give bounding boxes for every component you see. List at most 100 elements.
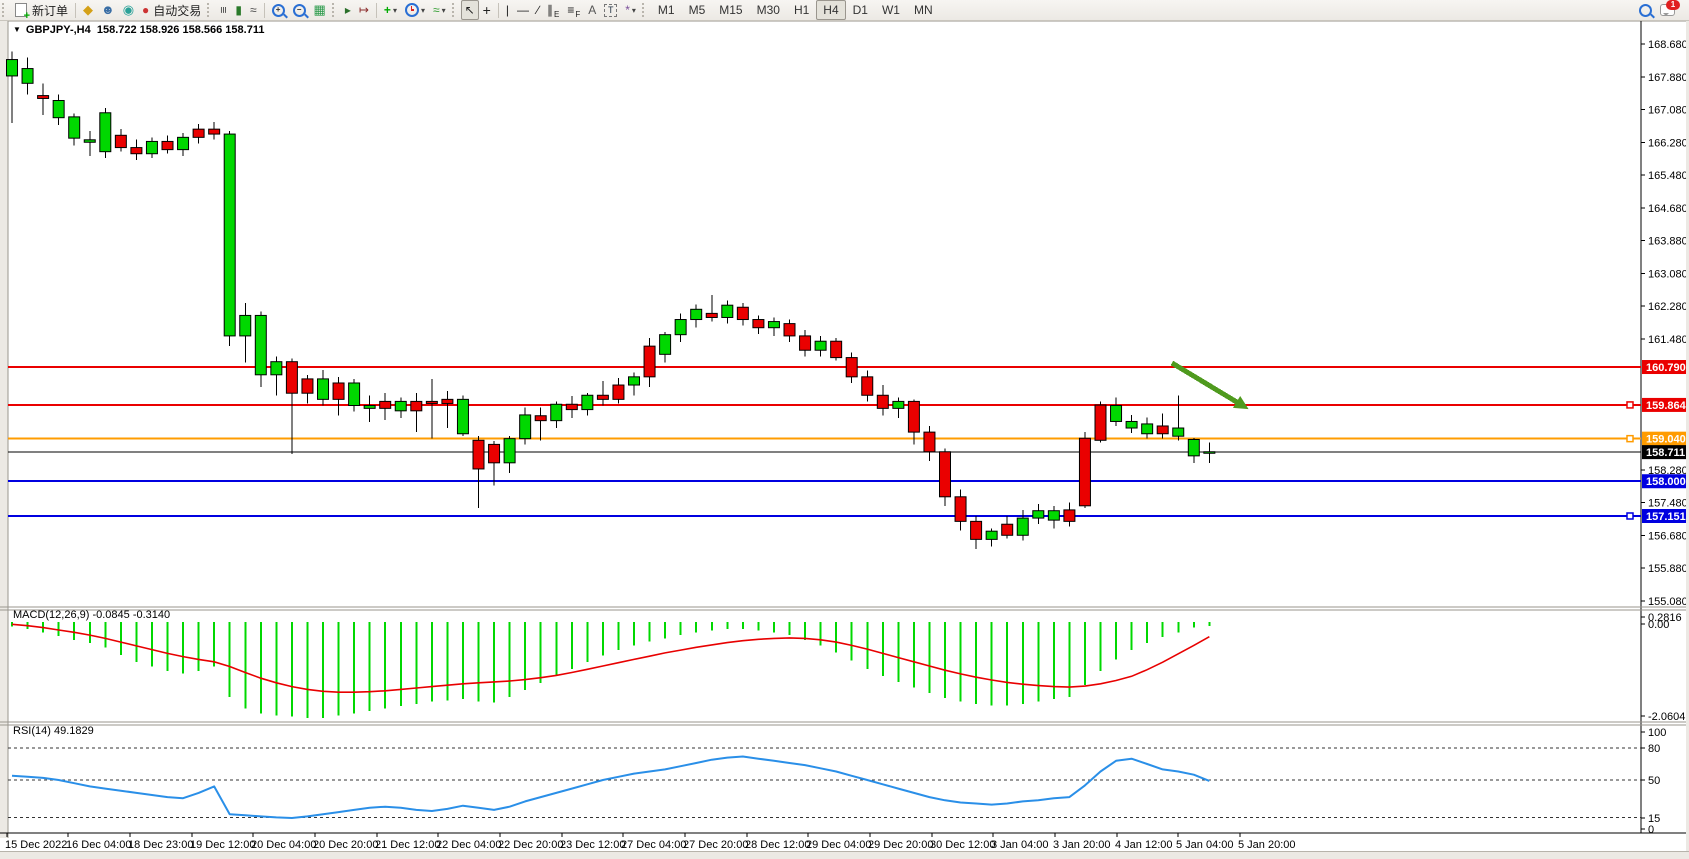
candlestick bbox=[768, 322, 779, 328]
candlestick bbox=[551, 404, 562, 420]
window-frame-left bbox=[0, 20, 8, 838]
equidistant-channel-icon: ∥ bbox=[547, 4, 553, 16]
chart-canvas[interactable]: 168.680167.880167.080166.280165.480164.6… bbox=[0, 20, 1689, 858]
line-handle[interactable] bbox=[1627, 436, 1633, 442]
candlestick bbox=[162, 141, 173, 149]
candlestick-chart-button[interactable]: ▮ bbox=[231, 0, 246, 20]
candlestick bbox=[224, 134, 235, 336]
line-chart-button[interactable]: ≈ bbox=[246, 0, 261, 20]
candlestick bbox=[426, 401, 437, 403]
fibonacci-sub-label: F bbox=[575, 10, 580, 19]
candlestick bbox=[349, 383, 360, 406]
candlestick bbox=[1017, 518, 1028, 535]
candlestick bbox=[178, 137, 189, 149]
candlestick bbox=[302, 379, 313, 393]
candlestick bbox=[1188, 439, 1199, 455]
candlestick bbox=[411, 401, 422, 410]
candlestick bbox=[1064, 510, 1075, 521]
timeframe-button-h1[interactable]: H1 bbox=[787, 0, 816, 20]
chart-shift-button[interactable]: ▸ bbox=[341, 0, 355, 20]
periods-button[interactable]: ▾ bbox=[401, 0, 429, 20]
crosshair-button[interactable]: + bbox=[479, 0, 495, 20]
time-axis-label: 5 Jan 20:00 bbox=[1238, 839, 1296, 851]
price-axis-label: 157.480 bbox=[1648, 498, 1688, 510]
zoom-in-button[interactable]: + bbox=[268, 0, 289, 20]
candlestick bbox=[364, 406, 375, 409]
search-button[interactable] bbox=[1635, 0, 1656, 20]
candlestick bbox=[1111, 406, 1122, 422]
candlestick bbox=[1033, 511, 1044, 518]
new-chart-button[interactable]: +▾ bbox=[380, 0, 401, 20]
candlestick bbox=[193, 129, 204, 137]
auto-scroll-button[interactable]: ↦ bbox=[355, 0, 373, 20]
line-handle[interactable] bbox=[1627, 402, 1633, 408]
candlestick bbox=[53, 100, 64, 117]
text-button[interactable]: A bbox=[584, 0, 600, 20]
time-axis-label: 3 Jan 20:00 bbox=[1053, 839, 1111, 851]
autotrade-label: 自动交易 bbox=[153, 2, 201, 19]
rsi-axis-label: 80 bbox=[1648, 743, 1660, 755]
time-axis-label: 19 Dec 12:00 bbox=[190, 839, 255, 851]
price-axis-label: 155.880 bbox=[1648, 563, 1688, 575]
timeframe-button-mn[interactable]: MN bbox=[907, 0, 940, 20]
cursor-button[interactable]: ↖ bbox=[461, 0, 479, 20]
channel-button[interactable]: ∥E bbox=[543, 0, 563, 20]
macd-indicator-label: MACD(12,26,9) -0.0845 -0.3140 bbox=[13, 609, 170, 621]
candlestick bbox=[1079, 438, 1090, 506]
profile-icon: ◆ bbox=[83, 4, 93, 16]
rsi-axis-label: 50 bbox=[1648, 775, 1660, 787]
cursor-icon: ↖ bbox=[465, 4, 475, 16]
time-axis-label: 20 Dec 04:00 bbox=[251, 839, 316, 851]
time-axis-label: 20 Dec 20:00 bbox=[313, 839, 378, 851]
zoom-out-button[interactable]: − bbox=[289, 0, 310, 20]
fibonacci-button[interactable]: ≡F bbox=[563, 0, 584, 20]
arrows-button[interactable]: *▾ bbox=[621, 0, 640, 20]
candlestick bbox=[7, 60, 18, 76]
toolbar-grip bbox=[332, 3, 339, 17]
candlestick bbox=[1095, 405, 1106, 440]
indicators-icon: ≈ bbox=[433, 4, 440, 16]
price-axis-label: 162.280 bbox=[1648, 301, 1688, 313]
timeframe-button-m5[interactable]: M5 bbox=[682, 0, 713, 20]
autotrade-button[interactable]: ● 自动交易 bbox=[138, 0, 205, 20]
profile-button[interactable]: ◆ bbox=[79, 0, 97, 20]
toolbar-grip bbox=[207, 3, 214, 17]
timeframe-button-m1[interactable]: M1 bbox=[651, 0, 682, 20]
horizontal-line-button[interactable]: — bbox=[513, 0, 533, 20]
chart-shift-icon: ▸ bbox=[345, 4, 351, 16]
community-button[interactable]: ☻ bbox=[97, 0, 119, 20]
line-handle[interactable] bbox=[1627, 513, 1633, 519]
timeframe-button-m15[interactable]: M15 bbox=[712, 0, 749, 20]
candlestick bbox=[737, 307, 748, 319]
separator bbox=[264, 3, 265, 18]
candlestick bbox=[831, 341, 842, 357]
chat-bubble-icon: 1 bbox=[1660, 4, 1675, 16]
notifications-button[interactable]: 1 bbox=[1656, 0, 1679, 20]
chevron-down-icon: ▾ bbox=[421, 6, 425, 15]
trendline-button[interactable]: ∕ bbox=[533, 0, 543, 20]
candlestick bbox=[722, 305, 733, 317]
tile-windows-button[interactable]: ▦ bbox=[310, 0, 330, 20]
time-axis-label: 22 Dec 04:00 bbox=[436, 839, 501, 851]
crosshair-icon: + bbox=[483, 4, 491, 16]
toolbar-grip bbox=[2, 3, 9, 17]
community-person-icon: ☻ bbox=[101, 4, 115, 16]
candlestick bbox=[1048, 511, 1059, 520]
indicators-button[interactable]: ≈▾ bbox=[429, 0, 450, 20]
new-order-button[interactable]: 新订单 bbox=[11, 0, 72, 20]
candlestick bbox=[784, 324, 795, 336]
signals-button[interactable]: ◉ bbox=[119, 0, 138, 20]
vertical-line-button[interactable]: | bbox=[502, 0, 513, 20]
chart-title[interactable]: ▼GBPJPY-,H4 158.722 158.926 158.566 158.… bbox=[13, 24, 264, 36]
timeframe-button-m30[interactable]: M30 bbox=[750, 0, 787, 20]
bar-chart-icon: ≡ bbox=[218, 6, 230, 13]
timeframe-button-h4[interactable]: H4 bbox=[816, 0, 845, 20]
candlestick bbox=[489, 444, 500, 462]
timeframe-button-w1[interactable]: W1 bbox=[875, 0, 907, 20]
price-axis-label: 166.280 bbox=[1648, 137, 1688, 149]
timeframe-button-d1[interactable]: D1 bbox=[846, 0, 875, 20]
price-badge-label: 159.864 bbox=[1646, 400, 1687, 412]
text-label-button[interactable]: T bbox=[600, 0, 621, 20]
time-axis-label: 27 Dec 04:00 bbox=[621, 839, 686, 851]
bar-chart-button[interactable]: ≡ bbox=[216, 0, 231, 20]
